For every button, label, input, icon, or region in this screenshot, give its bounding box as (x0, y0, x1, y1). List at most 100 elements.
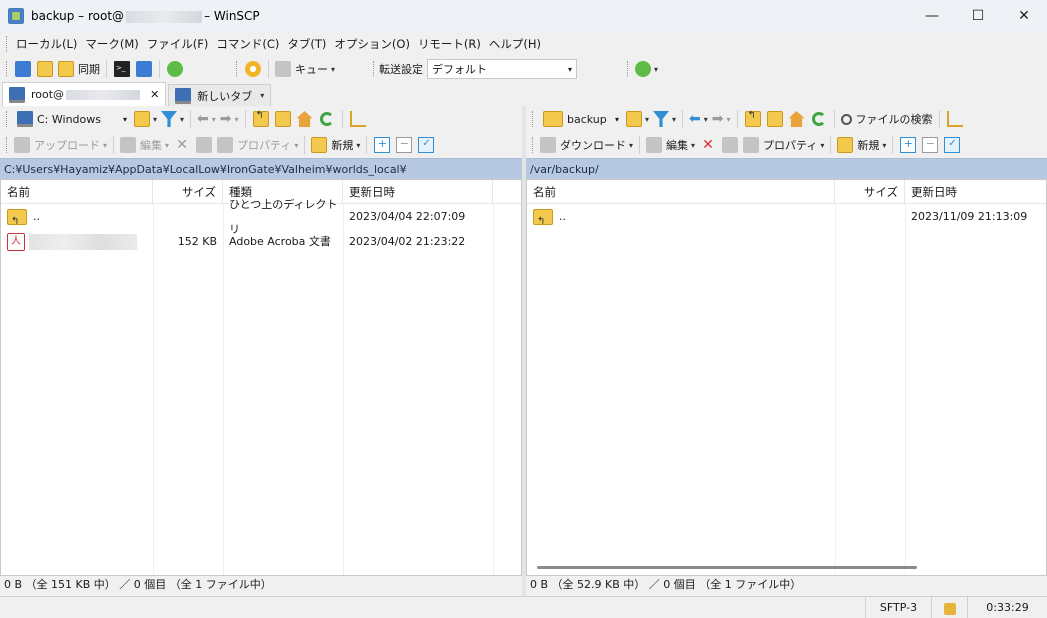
toolbar-grip[interactable] (6, 36, 9, 52)
toolbar-grip[interactable] (6, 61, 9, 77)
transfer-preset-select[interactable]: デフォルト ▾ (427, 59, 578, 79)
remote-back-button[interactable]: ⬅ ▾ (687, 108, 710, 130)
find-files-button[interactable]: ファイルの検索 (839, 108, 935, 130)
upload-button[interactable]: アップロード ▾ (12, 134, 109, 156)
remote-unselect-button[interactable]: − (919, 134, 941, 156)
local-filter-button[interactable]: ▾ (159, 108, 186, 130)
local-parent-dir-button[interactable] (250, 108, 272, 130)
remote-refresh-button[interactable] (808, 108, 830, 130)
table-row[interactable]: 人 152 KB Adobe Acroba 文書 2023/04/02 21:2… (1, 229, 521, 254)
column-modified[interactable]: 更新日時 (343, 180, 493, 204)
local-edit-button[interactable]: 編集 ▾ (118, 134, 171, 156)
table-row[interactable]: .. 2023/11/09 21:13:09 (527, 204, 1046, 234)
toolbar-grip[interactable] (532, 111, 535, 127)
local-delete-button[interactable]: ✕ (171, 134, 193, 156)
main-toolbar: 同期 キュー▾ 転送設定 デフォルト▾ ▾ (0, 56, 1047, 82)
arrow-left-icon: ⬅ (197, 111, 209, 127)
remote-new-button[interactable]: 新規 ▾ (835, 134, 888, 156)
chevron-down-icon: ▾ (820, 140, 825, 150)
local-rename-button[interactable] (193, 134, 215, 156)
local-refresh-button[interactable] (316, 108, 338, 130)
column-size[interactable]: サイズ (835, 180, 905, 204)
column-size[interactable]: サイズ (153, 180, 223, 204)
toolbar-grip[interactable] (627, 61, 630, 77)
remote-delete-button[interactable]: ✕ (697, 134, 719, 156)
maximize-button[interactable]: ☐ (955, 0, 1001, 32)
download-label: ダウンロード (560, 139, 626, 152)
menu-options[interactable]: オプション(O) (330, 33, 414, 55)
refresh-session-button[interactable] (164, 58, 186, 80)
menu-local[interactable]: ローカル(L) (12, 33, 81, 55)
remote-properties-button[interactable]: プロパティ ▾ (741, 134, 826, 156)
remote-folder-select[interactable]: backup ▾ (538, 109, 624, 129)
encryption-status[interactable] (931, 597, 967, 618)
tab-new[interactable]: 新しいタブ ▾ (168, 84, 272, 106)
menu-command[interactable]: コマンド(C) (212, 33, 283, 55)
horizontal-scrollbar[interactable] (537, 566, 917, 569)
open-terminal-button[interactable] (111, 58, 133, 80)
local-select-all-button[interactable]: + (371, 134, 393, 156)
download-button[interactable]: ダウンロード ▾ (538, 134, 635, 156)
remote-path-bar[interactable]: /var/backup/ (526, 158, 1047, 179)
edit-icon (646, 137, 663, 153)
remote-select-all-button[interactable]: + (897, 134, 919, 156)
file-name: .. (559, 210, 566, 223)
table-row[interactable]: .. ひとつ上のディレクトリ 2023/04/04 22:07:09 (1, 198, 521, 236)
remote-tree-button[interactable] (944, 108, 966, 130)
close-window-button[interactable]: ✕ (1001, 0, 1047, 32)
tab-session[interactable]: root@ ✕ (2, 82, 167, 106)
local-forward-button[interactable]: ➡ ▾ (218, 108, 241, 130)
remote-edit-button[interactable]: 編集 ▾ (644, 134, 697, 156)
remote-rename-button[interactable] (719, 134, 741, 156)
menu-file[interactable]: ファイル(F) (143, 33, 213, 55)
column-modified[interactable]: 更新日時 (905, 180, 1046, 204)
remote-file-list[interactable]: 名前 サイズ 更新日時 .. 2023/11/09 21:13:09 (526, 179, 1047, 576)
toolbar-separator (736, 110, 738, 128)
preferences-button[interactable] (242, 58, 264, 80)
local-back-button[interactable]: ⬅ ▾ (195, 108, 218, 130)
toolbar-grip[interactable] (6, 137, 9, 153)
remote-forward-button[interactable]: ➡ ▾ (710, 108, 733, 130)
local-unselect-button[interactable]: − (393, 134, 415, 156)
minimize-button[interactable]: — (909, 0, 955, 32)
local-path-bar[interactable]: C:¥Users¥Hayamiz¥AppData¥LocalLow¥IronGa… (0, 158, 522, 179)
remote-home-button[interactable] (786, 108, 808, 130)
sync-folder-icon (58, 61, 74, 77)
menu-help[interactable]: ヘルプ(H) (485, 33, 545, 55)
synchronize-browsing-button[interactable] (34, 58, 56, 80)
queue-icon (275, 61, 291, 77)
toolbar-separator (938, 110, 940, 128)
global-sync-button[interactable]: ▾ (633, 58, 660, 80)
compare-directories-button[interactable] (12, 58, 34, 80)
open-putty-button[interactable] (133, 58, 155, 80)
local-nav-toolbar: C: Windows ▾ ▾ ▾ ⬅ ▾ ➡ ▾ (0, 106, 522, 132)
local-invert-selection-button[interactable]: ✓ (415, 134, 437, 156)
menu-remote[interactable]: リモート(R) (414, 33, 485, 55)
local-properties-button[interactable]: プロパティ ▾ (215, 134, 300, 156)
local-open-folder-button[interactable]: ▾ (132, 108, 159, 130)
new-folder-icon (837, 137, 854, 153)
close-tab-icon[interactable]: ✕ (150, 88, 159, 101)
column-name[interactable]: 名前 (1, 180, 153, 204)
remote-parent-dir-button[interactable] (742, 108, 764, 130)
local-file-list[interactable]: 名前 サイズ 種類 更新日時 .. ひとつ上のディレクトリ 2023/04/04… (0, 179, 522, 576)
local-home-button[interactable] (294, 108, 316, 130)
local-drive-select[interactable]: C: Windows ▾ (12, 109, 132, 129)
synchronize-button[interactable]: 同期 (56, 58, 102, 80)
local-tree-button[interactable] (347, 108, 369, 130)
chevron-down-icon: ▾ (356, 140, 361, 150)
column-name[interactable]: 名前 (527, 180, 835, 204)
toolbar-grip[interactable] (532, 137, 535, 153)
toolbar-grip[interactable] (373, 61, 376, 77)
remote-open-folder-button[interactable]: ▾ (624, 108, 651, 130)
remote-root-dir-button[interactable] (764, 108, 786, 130)
remote-filter-button[interactable]: ▾ (651, 108, 678, 130)
menu-mark[interactable]: マーク(M) (81, 33, 142, 55)
remote-invert-selection-button[interactable]: ✓ (941, 134, 963, 156)
toolbar-grip[interactable] (236, 61, 239, 77)
toolbar-grip[interactable] (6, 111, 9, 127)
local-new-button[interactable]: 新規 ▾ (309, 134, 362, 156)
queue-button[interactable]: キュー ▾ (273, 58, 337, 80)
local-root-dir-button[interactable] (272, 108, 294, 130)
menu-tab[interactable]: タブ(T) (283, 33, 330, 55)
